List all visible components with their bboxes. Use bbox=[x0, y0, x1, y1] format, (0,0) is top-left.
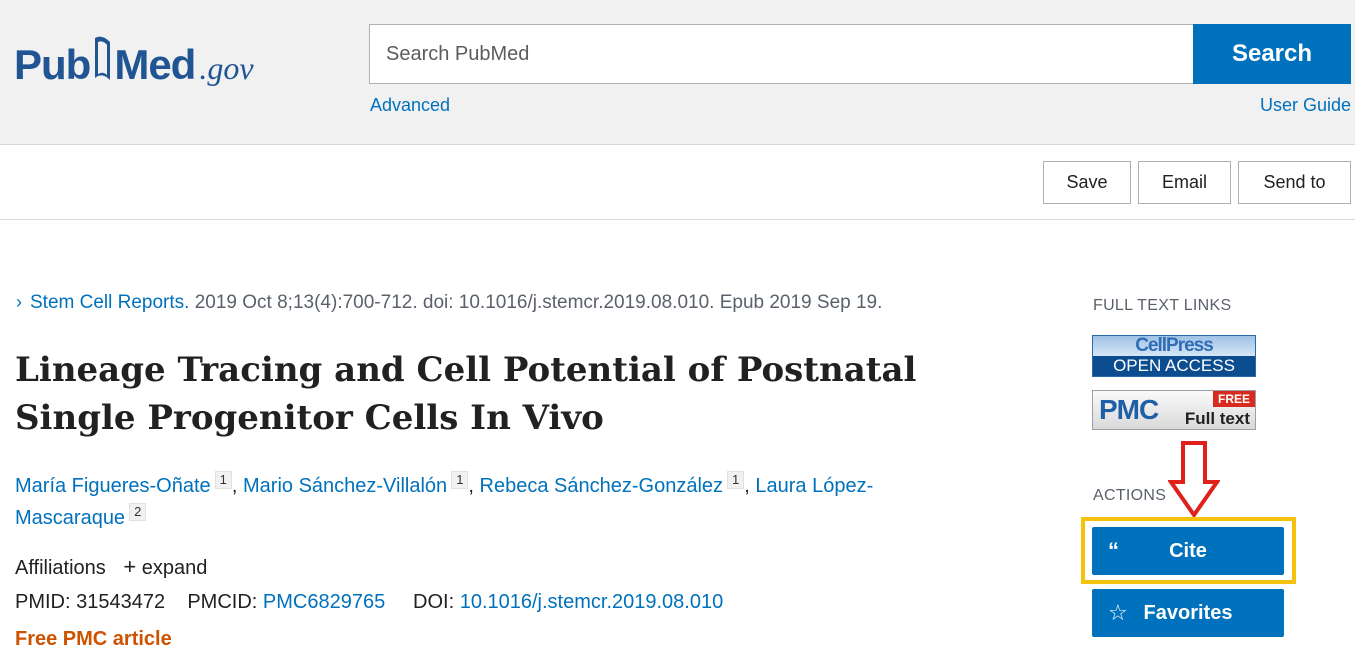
chevron-right-icon[interactable]: › bbox=[16, 292, 22, 312]
cite-label: Cite bbox=[1169, 540, 1207, 562]
affiliation-marker[interactable]: 1 bbox=[451, 471, 469, 489]
article-title: Lineage Tracing and Cell Potential of Po… bbox=[15, 350, 917, 438]
affiliation-marker[interactable]: 1 bbox=[727, 471, 745, 489]
pmid-label: PMID: bbox=[15, 591, 71, 613]
send-to-button[interactable]: Send to bbox=[1238, 161, 1351, 204]
doi-link[interactable]: 10.1016/j.stemcr.2019.08.010 bbox=[460, 591, 724, 613]
search-input[interactable]: Search PubMed bbox=[369, 24, 1194, 84]
cellpress-logo-text: CellPress bbox=[1093, 336, 1255, 356]
book-icon bbox=[92, 34, 112, 86]
email-button[interactable]: Email bbox=[1138, 161, 1231, 204]
logo-med-text: Med bbox=[114, 41, 196, 88]
toolbar-divider bbox=[0, 219, 1355, 220]
pmid-value: 31543472 bbox=[76, 591, 166, 613]
full-text-links-heading: FULL TEXT LINKS bbox=[1093, 297, 1232, 314]
affiliation-marker[interactable]: 1 bbox=[214, 471, 232, 489]
search-button[interactable]: Search bbox=[1193, 24, 1351, 84]
author-link[interactable]: Rebeca Sánchez-González bbox=[480, 475, 723, 497]
journal-link[interactable]: Stem Cell Reports. bbox=[30, 292, 189, 313]
author-link[interactable]: Mario Sánchez-Villalón bbox=[243, 475, 447, 497]
free-tag: FREE bbox=[1212, 391, 1255, 407]
affiliation-marker[interactable]: 2 bbox=[129, 503, 147, 521]
logo-gov-text: .gov bbox=[199, 49, 254, 86]
expand-link[interactable]: expand bbox=[142, 557, 208, 579]
save-button[interactable]: Save bbox=[1043, 161, 1131, 204]
article-citation: › Stem Cell Reports. 2019 Oct 8;13(4):700… bbox=[16, 292, 882, 314]
arrow-down-annotation bbox=[1167, 440, 1221, 519]
affiliations-row: Affiliations + expand bbox=[15, 554, 207, 580]
pmc-logo: PMC bbox=[1099, 394, 1159, 425]
cellpress-full-text-link[interactable]: CellPress OPEN ACCESS bbox=[1092, 335, 1256, 377]
advanced-search-link[interactable]: Advanced bbox=[370, 95, 450, 116]
site-header: Pub Med .gov Search PubMed Search Advanc… bbox=[0, 0, 1355, 145]
pubmed-logo[interactable]: Pub Med .gov bbox=[14, 18, 254, 86]
author-list: María Figueres-Oñate 1, Mario Sánchez-Vil… bbox=[15, 471, 874, 529]
logo-pub-text: Pub bbox=[14, 41, 91, 88]
pmc-full-text-link[interactable]: PMC FREE Full text bbox=[1092, 390, 1256, 430]
pmcid-label: PMCID: bbox=[187, 591, 258, 613]
open-access-text: OPEN ACCESS bbox=[1093, 356, 1255, 376]
doi-label: DOI: bbox=[413, 591, 455, 613]
pmcid-link[interactable]: PMC6829765 bbox=[263, 591, 385, 613]
affiliations-label: Affiliations bbox=[15, 557, 106, 579]
favorites-label: Favorites bbox=[1143, 602, 1233, 624]
identifier-row: PMID: 31543472 PMCID: PMC6829765 DOI: 10… bbox=[15, 591, 723, 614]
favorites-button[interactable]: ☆ Favorites bbox=[1092, 589, 1284, 637]
citation-details: 2019 Oct 8;13(4):700-712. doi: 10.1016/j… bbox=[189, 292, 883, 313]
plus-icon[interactable]: + bbox=[123, 554, 136, 579]
full-text-label: Full text bbox=[1184, 409, 1250, 428]
free-pmc-article-label: Free PMC article bbox=[15, 628, 172, 650]
user-guide-link[interactable]: User Guide bbox=[1260, 95, 1351, 116]
cite-button[interactable]: “ Cite bbox=[1092, 527, 1284, 575]
author-link[interactable]: María Figueres-Oñate bbox=[15, 475, 211, 497]
actions-heading: ACTIONS bbox=[1093, 487, 1167, 504]
